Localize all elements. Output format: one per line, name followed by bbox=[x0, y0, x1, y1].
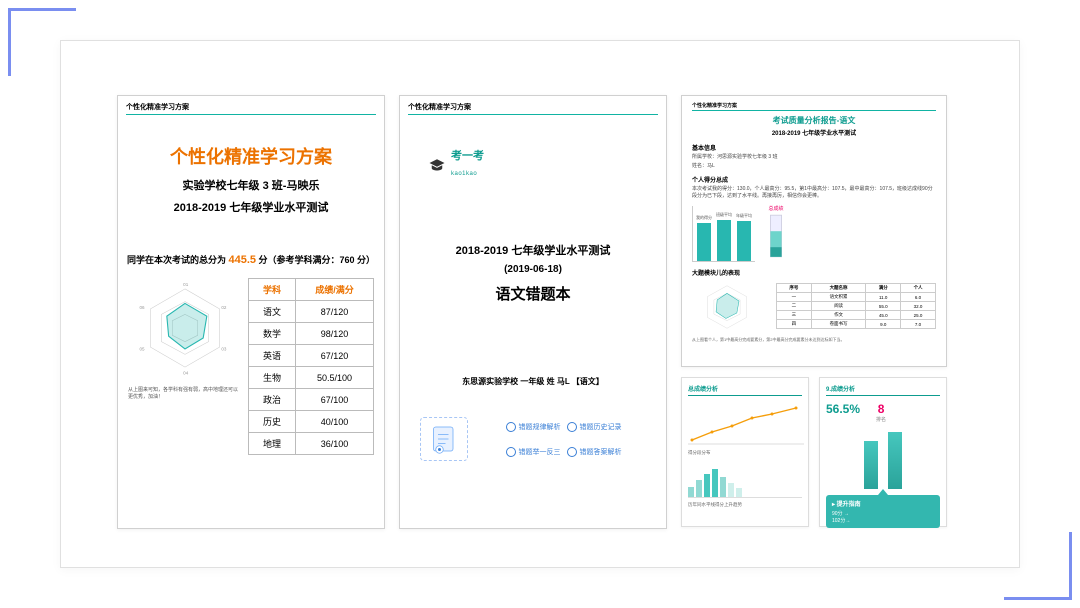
banner-title: ▸ 提升指南 bbox=[832, 499, 934, 508]
module-table: 序号大题名称满分个人 一语文积累11.06.0 二阅读55.032.0 三作文4… bbox=[776, 283, 936, 329]
table-row: 生物50.5/100 bbox=[249, 367, 374, 389]
svg-text:03: 03 bbox=[221, 347, 227, 352]
circle-icon bbox=[567, 447, 577, 457]
page3-title: 考试质量分析报告-语文 bbox=[692, 115, 936, 126]
sec-personal-score: 个人得分总成 bbox=[692, 175, 936, 184]
info-line: 所属学校：河思源实验学校七年级 3 班 bbox=[692, 154, 936, 161]
svg-text:02: 02 bbox=[221, 305, 227, 310]
page1-exam-line: 2018-2019 七年级学业水平测试 bbox=[118, 199, 384, 215]
notepad-icon bbox=[420, 417, 468, 461]
slide-frame: 个性化精准学习方案 个性化精准学习方案 实验学校七年级 3 班-马映乐 2018… bbox=[60, 40, 1020, 568]
card4b-title: 9.成绩分析 bbox=[826, 384, 940, 396]
circle-icon bbox=[506, 422, 516, 432]
doc-page-study-plan: 个性化精准学习方案 个性化精准学习方案 实验学校七年级 3 班-马映乐 2018… bbox=[117, 95, 385, 529]
circle-icon bbox=[506, 447, 516, 457]
doc-page-wrongbook-cover: 个性化精准学习方案 考一考 kao1kao 2018-2019 七年级学业水平测… bbox=[399, 95, 667, 529]
th-subject: 学科 bbox=[249, 279, 296, 301]
card-analysis-left: 总成绩分析 得分段分布 历年同水平线得分上升趋势 bbox=[681, 377, 809, 527]
table-row: 历史40/100 bbox=[249, 411, 374, 433]
card4a-title: 总成绩分析 bbox=[688, 384, 802, 396]
circle-icon bbox=[567, 422, 577, 432]
svg-text:04: 04 bbox=[183, 370, 189, 375]
table-header-row: 学科 成绩/满分 bbox=[249, 279, 374, 301]
svg-text:06: 06 bbox=[140, 305, 146, 310]
mini-bar-chart-icon bbox=[688, 462, 802, 498]
line-chart-icon bbox=[688, 396, 804, 448]
tile-pattern: 错题规律解析 bbox=[506, 422, 561, 432]
radar-chart-small-icon bbox=[692, 277, 762, 337]
brand-py: kao1kao bbox=[451, 171, 477, 177]
sec-question-modules: 大题模块儿的表现 bbox=[692, 268, 936, 277]
page3-sub: 2018-2019 七年级学业水平测试 bbox=[692, 128, 936, 137]
doc-page-analysis-report: 个性化精准学习方案 考试质量分析报告-语文 2018-2019 七年级学业水平测… bbox=[681, 95, 947, 367]
table-row: 二阅读55.032.0 bbox=[777, 302, 936, 311]
two-bar-chart-icon bbox=[826, 427, 940, 489]
score-desc: 本次考试我的得分：130.0，个人最高分：95.5，第1中最高分：107.5，最… bbox=[692, 186, 936, 199]
triangle-up-icon bbox=[878, 489, 888, 495]
svg-text:05: 05 bbox=[140, 347, 146, 352]
page1-class-line: 实验学校七年级 3 班-马映乐 bbox=[118, 177, 384, 193]
table-header-row: 序号大题名称满分个人 bbox=[777, 284, 936, 293]
svg-text:01: 01 bbox=[183, 282, 189, 287]
card-analysis-right: 9.成绩分析 56.5% 8 排名 ▸ 提升指南 bbox=[819, 377, 947, 527]
rank-label: 排名 bbox=[876, 416, 886, 423]
table-row: 英语67/120 bbox=[249, 345, 374, 367]
feature-tiles: 错题规律解析 错题历史记录 错题举一反三 错题答案解析 bbox=[420, 417, 646, 461]
big-percent: 56.5% bbox=[826, 402, 860, 416]
tile-answer: 错题答案解析 bbox=[567, 447, 647, 457]
rank-number: 8 bbox=[876, 402, 886, 416]
bar-chart-icon: 我的得分 班级平均 年级平均 bbox=[692, 206, 755, 262]
page2-school-line: 东思源实验学校 一年级 姓 马L 【语文】 bbox=[400, 376, 666, 387]
table-row: 一语文积累11.06.0 bbox=[777, 293, 936, 302]
info-line: 姓名：马L bbox=[692, 163, 936, 170]
th-score: 成绩/满分 bbox=[295, 279, 373, 301]
page1-summary: 同学在本次考试的总分为 445.5 分（参考学科满分：760 分） bbox=[118, 253, 384, 266]
table-row: 政治67/100 bbox=[249, 389, 374, 411]
sec-basic-info: 基本信息 bbox=[692, 143, 936, 152]
table-row: 四卷面书写9.07.0 bbox=[777, 320, 936, 329]
tile-history: 错题历史记录 bbox=[567, 422, 647, 432]
page2-exam-line: 2018-2019 七年级学业水平测试 bbox=[400, 242, 666, 258]
graduation-cap-icon bbox=[428, 157, 446, 175]
score-table: 学科 成绩/满分 语文87/120 数学98/120 英语67/120 生物50… bbox=[248, 278, 374, 455]
radar-chart-icon: 01 02 03 04 05 06 bbox=[128, 278, 242, 378]
summary-suffix: 分（参考学科满分：760 分） bbox=[259, 255, 376, 265]
table-row: 三作文45.025.0 bbox=[777, 311, 936, 320]
page1-header: 个性化精准学习方案 bbox=[126, 102, 376, 115]
page1-title: 个性化精准学习方案 bbox=[118, 143, 384, 169]
card4a-note2: 历年同水平线得分上升趋势 bbox=[688, 502, 802, 508]
page2-date: (2019-06-18) bbox=[400, 264, 666, 275]
brand-cn: 考一考 bbox=[451, 151, 484, 162]
brand-logo: 考一考 kao1kao bbox=[428, 151, 666, 180]
page2-header: 个性化精准学习方案 bbox=[408, 102, 658, 115]
page3-header: 个性化精准学习方案 bbox=[692, 102, 936, 111]
summary-prefix: 同学在本次考试的总分为 bbox=[127, 255, 229, 265]
tile-practice: 错题举一反三 bbox=[506, 447, 561, 457]
summary-total: 445.5 bbox=[228, 254, 256, 266]
table-row: 语文87/120 bbox=[249, 301, 374, 323]
table-row: 数学98/120 bbox=[249, 323, 374, 345]
card4a-note: 得分段分布 bbox=[688, 450, 802, 456]
table-row: 地理36/100 bbox=[249, 433, 374, 455]
gauge-icon: 总成绩 bbox=[761, 205, 791, 262]
improve-guide-banner: ▸ 提升指南 90分 → 102分→ bbox=[826, 495, 940, 528]
page2-workbook-title: 语文错题本 bbox=[400, 283, 666, 304]
page3-footnote: 从上图看个人，第1中最高分完成要素分，第2中最高分完成要素分未达到达标如下当。 bbox=[692, 337, 936, 343]
radar-caption: 从上图来可知，各学科有强有弱，高中地理还可以更优秀，加油！ bbox=[128, 387, 242, 400]
